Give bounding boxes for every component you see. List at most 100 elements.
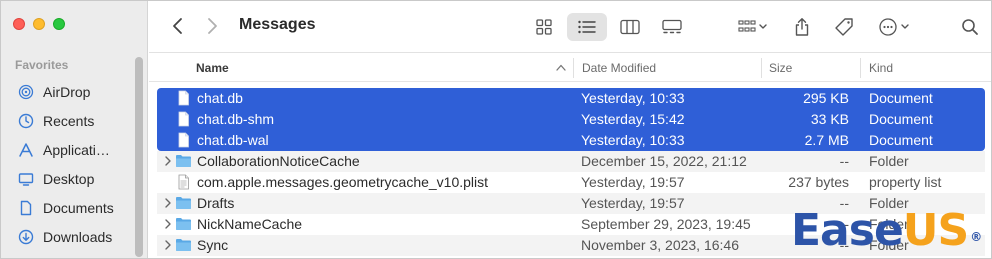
finder-window: Favorites AirDrop Recents Applicati… Des… <box>0 0 992 259</box>
close-window-button[interactable] <box>13 18 25 30</box>
logo-text-us: US <box>902 205 969 256</box>
file-kind: Folder <box>869 153 909 169</box>
file-date: Yesterday, 10:33 <box>581 90 685 106</box>
sidebar-item-label: Applicati… <box>43 141 110 158</box>
tags-button[interactable] <box>831 13 857 41</box>
file-name: com.apple.messages.geometrycache_v10.pli… <box>197 174 489 190</box>
sidebar-item-label: Downloads <box>43 228 113 245</box>
disclosure-chevron-icon[interactable] <box>163 197 173 209</box>
column-divider[interactable] <box>573 58 574 78</box>
column-header-kind[interactable]: Kind <box>869 61 893 75</box>
file-date: November 3, 2023, 16:46 <box>581 237 739 253</box>
file-name: chat.db <box>197 90 243 106</box>
file-kind: Document <box>869 132 933 148</box>
column-divider[interactable] <box>860 58 861 78</box>
gallery-icon <box>662 19 682 34</box>
toolbar: Messages <box>149 1 991 53</box>
sidebar-item-recents[interactable]: Recents <box>1 106 141 135</box>
icon-view-button[interactable] <box>529 13 559 41</box>
sidebar-item-applications[interactable]: Applicati… <box>1 135 141 164</box>
list-icon <box>578 20 596 34</box>
plist-file-icon <box>178 174 189 190</box>
sort-ascending-icon <box>556 64 566 71</box>
document-file-icon <box>178 111 189 127</box>
file-name: Sync <box>197 237 229 253</box>
file-size: 33 KB <box>810 111 849 127</box>
sidebar-item-documents[interactable]: Documents <box>1 193 141 222</box>
applications-icon <box>17 141 35 159</box>
sidebar-item-label: AirDrop <box>43 83 91 100</box>
search-button[interactable] <box>957 13 983 41</box>
document-icon <box>17 199 35 217</box>
file-name: Drafts <box>197 195 235 211</box>
file-row[interactable]: chat.db-wal Yesterday, 10:33 2.7 MB Docu… <box>157 130 985 151</box>
more-actions-button[interactable] <box>875 13 915 41</box>
file-name: NickNameCache <box>197 216 303 232</box>
column-header-name[interactable]: Name <box>196 61 229 75</box>
file-date: Yesterday, 15:42 <box>581 111 685 127</box>
sidebar-item-label: Recents <box>43 112 95 129</box>
file-size: 2.7 MB <box>804 132 849 148</box>
file-name: chat.db-wal <box>197 132 269 148</box>
sidebar-section-favorites: Favorites <box>15 58 69 72</box>
sidebar-item-airdrop[interactable]: AirDrop <box>1 77 141 106</box>
grid-icon <box>536 19 552 35</box>
file-row[interactable]: CollaborationNoticeCache December 15, 20… <box>157 151 985 172</box>
forward-button[interactable] <box>201 15 223 37</box>
tag-icon <box>835 18 853 36</box>
gallery-view-button[interactable] <box>657 13 687 41</box>
file-date: September 29, 2023, 19:45 <box>581 216 751 232</box>
columns-icon <box>620 19 640 35</box>
chevron-right-icon <box>208 18 217 34</box>
airdrop-icon <box>17 83 35 101</box>
sidebar-item-label: Documents <box>43 199 114 216</box>
file-date: December 15, 2022, 21:12 <box>581 153 747 169</box>
column-header-date[interactable]: Date Modified <box>582 61 656 75</box>
back-button[interactable] <box>167 15 189 37</box>
zoom-window-button[interactable] <box>53 18 65 30</box>
logo-text-ease: Ease <box>791 205 904 256</box>
file-row[interactable]: com.apple.messages.geometrycache_v10.pli… <box>157 172 985 193</box>
sidebar-scrollbar[interactable] <box>135 57 143 257</box>
window-title: Messages <box>239 16 316 33</box>
search-icon <box>962 19 978 35</box>
column-header-size[interactable]: Size <box>769 61 792 75</box>
more-icon <box>879 18 909 36</box>
sidebar-item-downloads[interactable]: Downloads <box>1 222 141 251</box>
file-size: 295 KB <box>803 90 849 106</box>
file-row[interactable]: chat.db-shm Yesterday, 15:42 33 KB Docum… <box>157 109 985 130</box>
file-size: -- <box>839 153 849 169</box>
column-divider[interactable] <box>761 58 762 78</box>
list-view-button[interactable] <box>567 13 607 41</box>
chevron-left-icon <box>173 18 182 34</box>
sidebar-item-desktop[interactable]: Desktop <box>1 164 141 193</box>
download-icon <box>17 228 35 246</box>
file-name: CollaborationNoticeCache <box>197 153 360 169</box>
group-chevron-icon <box>738 20 767 32</box>
easeus-watermark-logo: EaseUS ® <box>791 205 982 257</box>
column-view-button[interactable] <box>615 13 645 41</box>
share-button[interactable] <box>789 13 815 41</box>
share-icon <box>795 18 809 36</box>
file-kind: Document <box>869 111 933 127</box>
folder-icon <box>176 155 191 167</box>
sidebar: Favorites AirDrop Recents Applicati… Des… <box>1 1 148 258</box>
file-name: chat.db-shm <box>197 111 275 127</box>
folder-icon <box>176 218 191 230</box>
disclosure-chevron-icon[interactable] <box>163 218 173 230</box>
minimize-window-button[interactable] <box>33 18 45 30</box>
desktop-icon <box>17 170 35 188</box>
group-by-button[interactable] <box>733 13 773 41</box>
folder-icon <box>176 197 191 209</box>
sidebar-list: AirDrop Recents Applicati… Desktop Docum… <box>1 77 141 251</box>
disclosure-chevron-icon[interactable] <box>163 155 173 167</box>
sidebar-item-label: Desktop <box>43 170 95 187</box>
file-kind: Document <box>869 90 933 106</box>
folder-icon <box>176 239 191 251</box>
disclosure-chevron-icon[interactable] <box>163 239 173 251</box>
document-file-icon <box>178 132 189 148</box>
file-row[interactable]: chat.db Yesterday, 10:33 295 KB Document <box>157 88 985 109</box>
document-file-icon <box>178 90 189 106</box>
window-controls <box>13 18 65 30</box>
file-size: 237 bytes <box>788 174 849 190</box>
